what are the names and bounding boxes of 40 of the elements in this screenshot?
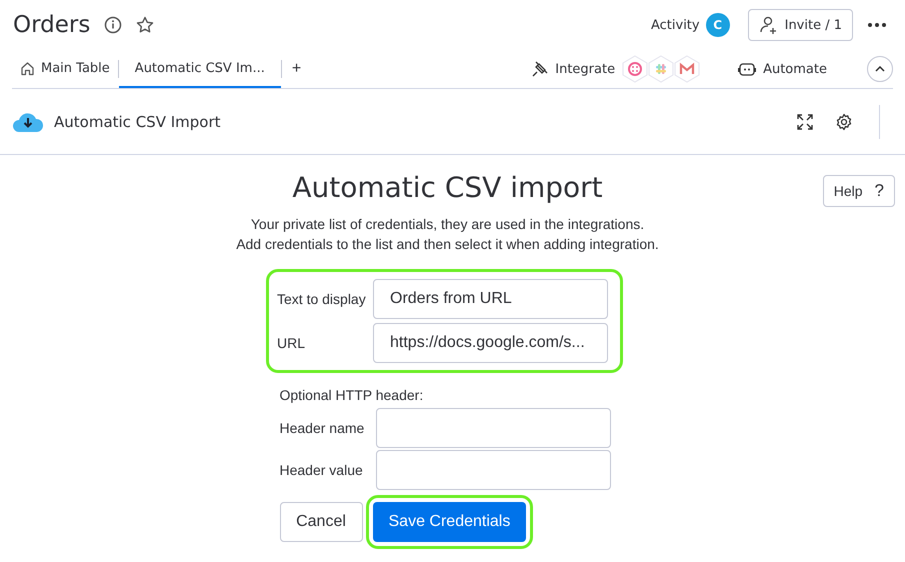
cloud-download-icon (12, 110, 44, 132)
board-title: Orders (13, 12, 90, 38)
input-field[interactable]: https://docs.google.com/s... (373, 323, 608, 363)
info-icon[interactable] (104, 16, 122, 34)
cancel-button[interactable]: Cancel (280, 502, 362, 542)
form-title: Automatic CSV import (292, 171, 603, 204)
fullscreen-icon[interactable] (797, 114, 813, 130)
mail-icon (673, 55, 702, 83)
integrate-link[interactable]: Integrate (555, 62, 616, 76)
board-tab[interactable]: Automatic CSV Im... (118, 50, 281, 88)
field-label: Text to display (277, 291, 367, 307)
widget-title: Automatic CSV Import (54, 112, 221, 130)
user-avatar: C (706, 13, 730, 37)
plug-icon (531, 60, 550, 78)
intro-text: Add credentials to the list and then select it when adding integration. (236, 235, 659, 254)
collapse-button[interactable] (867, 56, 893, 82)
input-field[interactable] (376, 408, 610, 448)
add-person-icon (758, 15, 779, 35)
more-icon[interactable] (867, 22, 887, 28)
add-tab-button[interactable]: + (282, 60, 312, 78)
section-label: Optional HTTP header: (280, 387, 424, 403)
chevron-up-icon (875, 66, 885, 72)
app-icon (621, 55, 650, 83)
star-icon[interactable] (136, 16, 154, 34)
field-label: Header value (280, 462, 364, 478)
board-tab[interactable]: Main Table (12, 50, 118, 88)
invite-button[interactable]: Invite / 1 (748, 9, 853, 41)
input-field[interactable]: Orders from URL (373, 279, 608, 319)
intro-text: Your private list of credentials, they are used in the integrations. (250, 215, 644, 234)
input-field[interactable] (376, 450, 610, 490)
field-label: URL (277, 335, 306, 351)
help-button[interactable]: Help ? (822, 175, 895, 207)
activity-link[interactable]: Activity (650, 18, 700, 32)
save-button[interactable]: Save Credentials (372, 502, 526, 542)
home-icon (20, 60, 35, 76)
automate-link[interactable]: Automate (763, 62, 827, 76)
field-label: Header name (280, 420, 366, 436)
app-icon (647, 55, 676, 83)
robot-icon (737, 61, 758, 77)
settings-icon[interactable] (835, 112, 853, 130)
